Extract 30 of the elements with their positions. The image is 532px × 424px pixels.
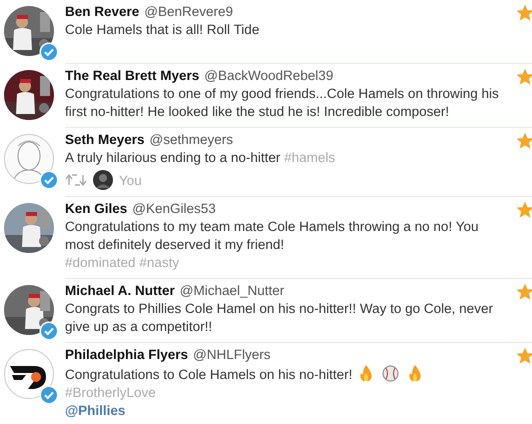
flame-icon: [406, 364, 423, 382]
star-icon[interactable]: [517, 133, 532, 149]
star-icon[interactable]: [517, 348, 532, 364]
user-handle[interactable]: @NHLFlyers: [193, 346, 271, 364]
user-handle[interactable]: @KenGiles53: [132, 200, 216, 218]
flame-icon: [358, 364, 374, 382]
mention-link[interactable]: @Phillies: [65, 403, 126, 418]
tweet-text: Congratulations to Cole Hamels on his no-hitter!: [65, 367, 352, 382]
user-name[interactable]: Ben Revere: [65, 3, 140, 21]
user-name[interactable]: Seth Meyers: [65, 131, 145, 149]
tweet-text: A truly hilarious ending to a no-hitter: [65, 150, 280, 165]
user-handle[interactable]: @sethmeyers: [150, 131, 234, 149]
user-name[interactable]: Michael A. Nutter: [65, 282, 175, 300]
tweet-text: Cole Hamels that is all! Roll Tide: [65, 22, 260, 37]
user-handle[interactable]: @BenRevere9: [144, 3, 234, 21]
retweet-icon[interactable]: [65, 173, 87, 187]
user-name[interactable]: Philadelphia Flyers: [65, 346, 188, 364]
baseball-icon: [382, 365, 399, 382]
user-handle[interactable]: @Michael_Nutter: [180, 282, 284, 300]
star-icon[interactable]: [517, 202, 532, 218]
tweet-text: Congratulations to one of my good friends...Cole Hamels on throwing his first no-hitter! He looked like the stud he is! Incredible composer!: [65, 86, 499, 119]
tweet-text: Congrats to Phillies Cole Hamel on his no-hitter!! Way to go Cole, never give up as a competitor!!: [65, 301, 493, 334]
tweet-text: Congratulations to my team mate Cole Hamels throwing a no no! You most definitely deserved it my friend!: [65, 219, 478, 252]
logo-icon: [4, 349, 54, 399]
star-icon[interactable]: [517, 284, 532, 300]
user-handle[interactable]: @BackWoodRebel39: [204, 67, 334, 85]
user-name[interactable]: The Real Brett Myers: [65, 67, 200, 85]
star-icon[interactable]: [517, 69, 532, 85]
star-icon[interactable]: [517, 5, 532, 21]
user-name[interactable]: Ken Giles: [65, 200, 128, 218]
